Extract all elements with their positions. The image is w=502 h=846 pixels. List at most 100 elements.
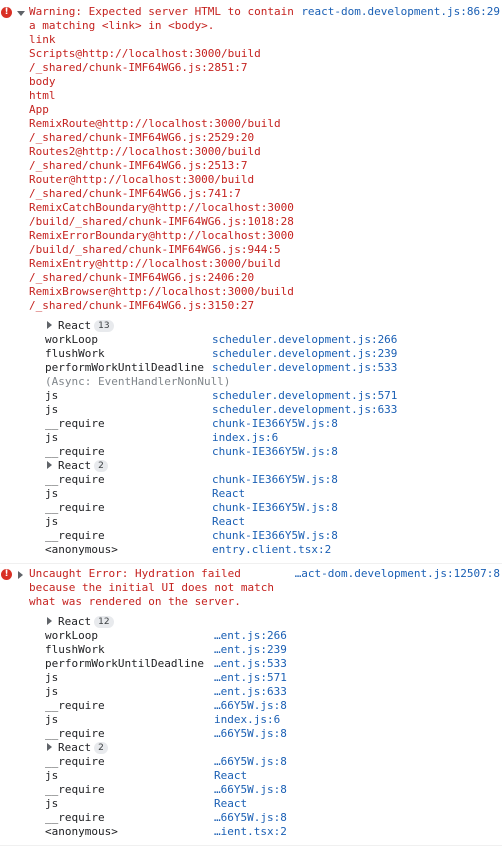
stack-frame-location[interactable]: scheduler.development.js:239	[212, 347, 397, 361]
stack-frame-function: __require	[45, 755, 105, 768]
stack-frame-location[interactable]: index.js:6	[214, 713, 280, 727]
stack-frame-location[interactable]: …ent.js:633	[214, 685, 287, 699]
stack-frame-function: flushWork	[45, 643, 105, 656]
stack-frame-location[interactable]: React	[214, 797, 247, 811]
console-message-error: ! …act-dom.development.js:12507:8 Uncaught…	[0, 567, 502, 846]
message-text-line: what was rendered on the server.	[29, 595, 241, 608]
collapsed-triangle-icon	[47, 461, 52, 469]
stack-frame-location[interactable]: React	[214, 769, 247, 783]
stack-frame-function: workLoop	[45, 629, 98, 642]
stack-frame-function: flushWork	[45, 347, 105, 360]
stack-frame-location[interactable]: chunk-IE366Y5W.js:8	[212, 417, 338, 431]
stack-frame-location[interactable]: React	[212, 487, 245, 501]
error-icon: !	[1, 569, 12, 580]
stack-frame-location[interactable]: …ent.js:533	[214, 657, 287, 671]
stack-frame-location[interactable]: …66Y5W.js:8	[214, 811, 287, 825]
stack-frame-function: js	[45, 487, 59, 500]
stack-frame-location[interactable]: …ent.js:239	[214, 643, 287, 657]
stack-frame-function: workLoop	[45, 333, 98, 346]
collapsed-triangle-icon	[47, 617, 52, 625]
collapsed-triangle-icon[interactable]	[18, 571, 23, 579]
message-text-line: /_shared/chunk-IMF64WG6.js:2406:20	[29, 271, 255, 284]
stack-frame-location[interactable]: scheduler.development.js:533	[212, 361, 397, 375]
message-text-line: RemixErrorBoundary@http://localhost:3000	[29, 229, 294, 242]
stack-frame-location[interactable]: …66Y5W.js:8	[214, 727, 287, 741]
group-label: React	[58, 459, 92, 472]
stack-frame-location[interactable]: chunk-IE366Y5W.js:8	[212, 529, 338, 543]
stack-frame-function: <anonymous>	[45, 825, 118, 838]
stack-frame-function: __require	[45, 783, 105, 796]
stack-frame-location[interactable]: scheduler.development.js:266	[212, 333, 397, 347]
stack-frame-function: js	[45, 685, 59, 698]
group-count-badge: 2	[94, 742, 108, 754]
stack-frame-function: js	[45, 797, 59, 810]
stack-frame-location[interactable]: …ent.js:266	[214, 629, 287, 643]
message-text-line: App	[29, 103, 49, 116]
message-text-line: /_shared/chunk-IMF64WG6.js:2513:7	[29, 159, 248, 172]
async-separator: (Async: EventHandlerNonNull)	[45, 375, 231, 388]
stack-frame-location[interactable]: chunk-IE366Y5W.js:8	[212, 445, 338, 459]
message-text-line: Warning: Expected server HTML to contain	[29, 5, 294, 18]
message-text-line: Uncaught Error: Hydration failed	[29, 567, 241, 580]
message-text-line: /_shared/chunk-IMF64WG6.js:3150:27	[29, 299, 255, 312]
message-text-line: RemixEntry@http://localhost:3000/build	[29, 257, 281, 270]
stack-frame-function: js	[45, 713, 59, 726]
stack-frame-function: js	[45, 403, 59, 416]
message-text-line: body	[29, 75, 56, 88]
collapsed-triangle-icon	[47, 321, 52, 329]
stack-frame-location[interactable]: …ient.tsx:2	[214, 825, 287, 839]
stack-frame-function: js	[45, 515, 59, 528]
source-link[interactable]: react-dom.development.js:86:29	[301, 5, 500, 19]
stack-frame-location[interactable]: scheduler.development.js:633	[212, 403, 397, 417]
stack-frame-function: js	[45, 769, 59, 782]
message-text-line: Scripts@http://localhost:3000/build	[29, 47, 261, 60]
stack-frame-location[interactable]: chunk-IE366Y5W.js:8	[212, 501, 338, 515]
stack-frame-function: __require	[45, 699, 105, 712]
stack-group-react[interactable]: React 13	[47, 319, 114, 333]
message-text-line: /build/_shared/chunk-IMF64WG6.js:1018:28	[29, 215, 294, 228]
group-label: React	[58, 615, 92, 628]
message-text-line: because the initial UI does not match	[29, 581, 275, 594]
group-count-badge: 2	[94, 460, 108, 472]
expand-triangle-icon[interactable]	[17, 11, 25, 16]
stack-group-react[interactable]: React 2	[47, 459, 108, 473]
console-message-warning-error: ! react-dom.development.js:86:29 Warning: …	[0, 5, 502, 564]
message-text-line: a matching <link> in <body>.	[29, 19, 215, 32]
stack-frame-function: performWorkUntilDeadline	[45, 361, 204, 374]
group-count-badge: 13	[94, 320, 114, 332]
stack-frame-location[interactable]: …ent.js:571	[214, 671, 287, 685]
message-text-line: RemixRoute@http://localhost:3000/build	[29, 117, 281, 130]
stack-frame-location[interactable]: scheduler.development.js:571	[212, 389, 397, 403]
stack-frame-location[interactable]: …66Y5W.js:8	[214, 755, 287, 769]
error-icon: !	[1, 7, 12, 18]
message-text-line: /_shared/chunk-IMF64WG6.js:741:7	[29, 187, 241, 200]
stack-frame-location[interactable]: entry.client.tsx:2	[212, 543, 331, 557]
message-text-line: RemixBrowser@http://localhost:3000/build	[29, 285, 294, 298]
stack-frame-function: __require	[45, 445, 105, 458]
stack-frame-function: js	[45, 671, 59, 684]
stack-frame-location[interactable]: React	[212, 515, 245, 529]
collapsed-triangle-icon	[47, 743, 52, 751]
stack-frame-location[interactable]: …66Y5W.js:8	[214, 783, 287, 797]
stack-group-react[interactable]: React 12	[47, 615, 114, 629]
stack-frame-location[interactable]: …66Y5W.js:8	[214, 699, 287, 713]
stack-group-react[interactable]: React 2	[47, 741, 108, 755]
stack-frame-function: performWorkUntilDeadline	[45, 657, 204, 670]
stack-frame-location[interactable]: index.js:6	[212, 431, 278, 445]
message-text-line: Routes2@http://localhost:3000/build	[29, 145, 261, 158]
group-label: React	[58, 741, 92, 754]
message-text-line: /_shared/chunk-IMF64WG6.js:2529:20	[29, 131, 255, 144]
group-count-badge: 12	[94, 616, 114, 628]
message-text-line: RemixCatchBoundary@http://localhost:3000	[29, 201, 294, 214]
stack-frame-function: __require	[45, 501, 105, 514]
stack-frame-function: __require	[45, 473, 105, 486]
message-text-line: /build/_shared/chunk-IMF64WG6.js:944:5	[29, 243, 281, 256]
message-text-line: html	[29, 89, 56, 102]
stack-frame-function: js	[45, 431, 59, 444]
source-link[interactable]: …act-dom.development.js:12507:8	[295, 567, 500, 581]
stack-frame-location[interactable]: chunk-IE366Y5W.js:8	[212, 473, 338, 487]
message-text-line: /_shared/chunk-IMF64WG6.js:2851:7	[29, 61, 248, 74]
stack-frame-function: __require	[45, 811, 105, 824]
stack-frame-function: __require	[45, 727, 105, 740]
message-text-line: Router@http://localhost:3000/build	[29, 173, 255, 186]
